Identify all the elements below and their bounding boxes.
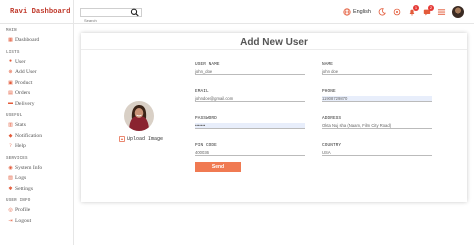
sidebar-item-logout[interactable]: ⇥ Logout xyxy=(0,216,73,227)
profile-photo xyxy=(124,101,154,131)
sidebar-item-settings[interactable]: ✱ Settings xyxy=(0,184,73,195)
chart-icon: ▥ xyxy=(8,123,13,129)
sidebar-item-label: Profile xyxy=(15,207,31,214)
upload-label: Upload Image xyxy=(127,136,164,142)
cart-icon: ▤ xyxy=(8,91,13,97)
sidebar-item-label: Logs xyxy=(15,175,27,182)
sidebar-item-help[interactable]: ? Help xyxy=(0,141,73,152)
email-field-group: EMAIL johndoe@gmail.com xyxy=(195,89,305,102)
grid-icon: ▦ xyxy=(8,38,13,44)
sidebar-item-label: Notification xyxy=(15,132,43,139)
country-field-group: COUNTRY USA xyxy=(322,143,432,156)
country-input[interactable]: USA xyxy=(322,150,432,156)
add-user-card: Add New User Upload Image USER NAME john… xyxy=(81,33,467,202)
user-avatar[interactable] xyxy=(452,6,464,18)
sidebar-item-label: Dashboard xyxy=(15,37,40,44)
sidebar-section-user-info: USER INFO xyxy=(6,199,31,203)
sidebar-item-label: Orders xyxy=(15,90,31,97)
username-input[interactable]: john_doe xyxy=(195,69,305,75)
sidebar-item-stats[interactable]: ▥ Stats xyxy=(0,120,73,131)
app-logo[interactable]: Ravi Dashboard xyxy=(0,0,73,24)
pincode-field-group: PIN CODE 400036 xyxy=(195,143,305,156)
sidebar-item-system-info[interactable]: ◉ System Info xyxy=(0,163,73,174)
search-icon[interactable] xyxy=(130,8,140,17)
bell-icon: ◆ xyxy=(8,133,13,139)
password-label: PASSWORD xyxy=(195,116,217,121)
password-field-group: PASSWORD ••••••• xyxy=(195,116,305,129)
messages-icon[interactable]: 2 xyxy=(422,4,434,17)
sidebar-item-label: Add User xyxy=(15,69,37,76)
sidebar-item-product[interactable]: ▣ Product xyxy=(0,78,73,89)
sidebar-item-profile[interactable]: ◎ Profile xyxy=(0,205,73,216)
upload-icon xyxy=(119,136,125,142)
menu-icon[interactable] xyxy=(437,8,446,17)
info-icon: ◉ xyxy=(8,165,13,171)
fullscreen-icon[interactable] xyxy=(392,8,401,17)
phone-label: PHONE xyxy=(322,89,336,94)
sidebar-item-notification[interactable]: ◆ Notification xyxy=(0,131,73,142)
country-label: COUNTRY xyxy=(322,143,342,148)
truck-icon: ▬ xyxy=(8,101,13,107)
sidebar-item-label: Stats xyxy=(15,122,26,129)
notifications-badge: 1 xyxy=(413,4,419,11)
phone-field-group: PHONE 11908729870 xyxy=(322,89,432,102)
logs-icon: ▧ xyxy=(8,176,13,182)
sidebar-section-useful: USEFUL xyxy=(6,114,23,118)
page-title: Add New User xyxy=(240,37,308,48)
sidebar-item-label: Logout xyxy=(15,217,32,224)
messages-badge: 2 xyxy=(428,4,434,11)
logout-icon: ⇥ xyxy=(8,218,13,224)
address-field-group: ADDRESS Okta Nuj sha (Naam, Film City Ro… xyxy=(322,116,432,129)
sidebar-item-add-user[interactable]: ⊕ Add User xyxy=(0,67,73,78)
user-icon: ● xyxy=(8,59,13,65)
sidebar-item-delivery[interactable]: ▬ Delivery xyxy=(0,99,73,110)
sidebar-section-services: SERVICES xyxy=(6,156,28,161)
pincode-input[interactable]: 400036 xyxy=(195,150,305,156)
upload-image-button[interactable]: Upload Image xyxy=(119,136,163,142)
sidebar-item-label: Help xyxy=(15,143,26,150)
topbar: English 1 2 xyxy=(74,0,474,24)
box-icon: ▣ xyxy=(8,80,13,86)
sidebar-item-label: Delivery xyxy=(15,100,35,107)
address-input[interactable]: Okta Nuj sha (Naam, Film City Road) xyxy=(322,123,432,129)
sidebar-section-lists: LISTS xyxy=(6,50,20,55)
email-input[interactable]: johndoe@gmail.com xyxy=(195,96,305,102)
dark-mode-icon[interactable] xyxy=(377,8,386,17)
username-label: USER NAME xyxy=(195,62,220,67)
sidebar-item-label: System Info xyxy=(15,164,43,171)
username-field-group: USER NAME john_doe xyxy=(195,62,305,75)
pincode-label: PIN CODE xyxy=(195,143,217,148)
notifications-icon[interactable]: 1 xyxy=(407,4,419,17)
sidebar-item-orders[interactable]: ▤ Orders xyxy=(0,88,73,99)
sidebar-item-logs[interactable]: ▧ Logs xyxy=(0,173,73,184)
gear-icon: ✱ xyxy=(8,186,13,192)
phone-input[interactable]: 11908729870 xyxy=(322,95,432,102)
search-input[interactable] xyxy=(81,17,141,24)
sidebar-item-label: User xyxy=(15,58,26,65)
send-button[interactable]: Send xyxy=(195,162,241,172)
password-input[interactable]: ••••••• xyxy=(195,122,305,129)
sidebar-item-label: Settings xyxy=(15,185,34,192)
topbar-actions: English 1 2 xyxy=(343,4,464,19)
card-divider xyxy=(81,49,467,50)
name-label: NAME xyxy=(322,62,333,67)
language-label: English xyxy=(352,9,371,15)
help-icon: ? xyxy=(9,143,12,149)
name-input[interactable]: john doe xyxy=(322,69,432,75)
sidebar-section-main: MAIN xyxy=(6,29,17,33)
address-label: ADDRESS xyxy=(322,116,342,121)
name-field-group: NAME john doe xyxy=(322,62,432,75)
sidebar-item-user[interactable]: ● User xyxy=(0,57,73,68)
language-selector[interactable]: English xyxy=(343,8,371,16)
globe-icon xyxy=(343,8,351,16)
email-label: EMAIL xyxy=(195,89,209,94)
sidebar-item-label: Product xyxy=(15,79,33,86)
profile-icon: ◎ xyxy=(8,208,13,214)
plus-icon: ⊕ xyxy=(8,70,13,76)
sidebar: Ravi Dashboard MAIN ▦ Dashboard LISTS ● … xyxy=(0,0,74,245)
sidebar-item-dashboard[interactable]: ▦ Dashboard xyxy=(0,35,73,46)
